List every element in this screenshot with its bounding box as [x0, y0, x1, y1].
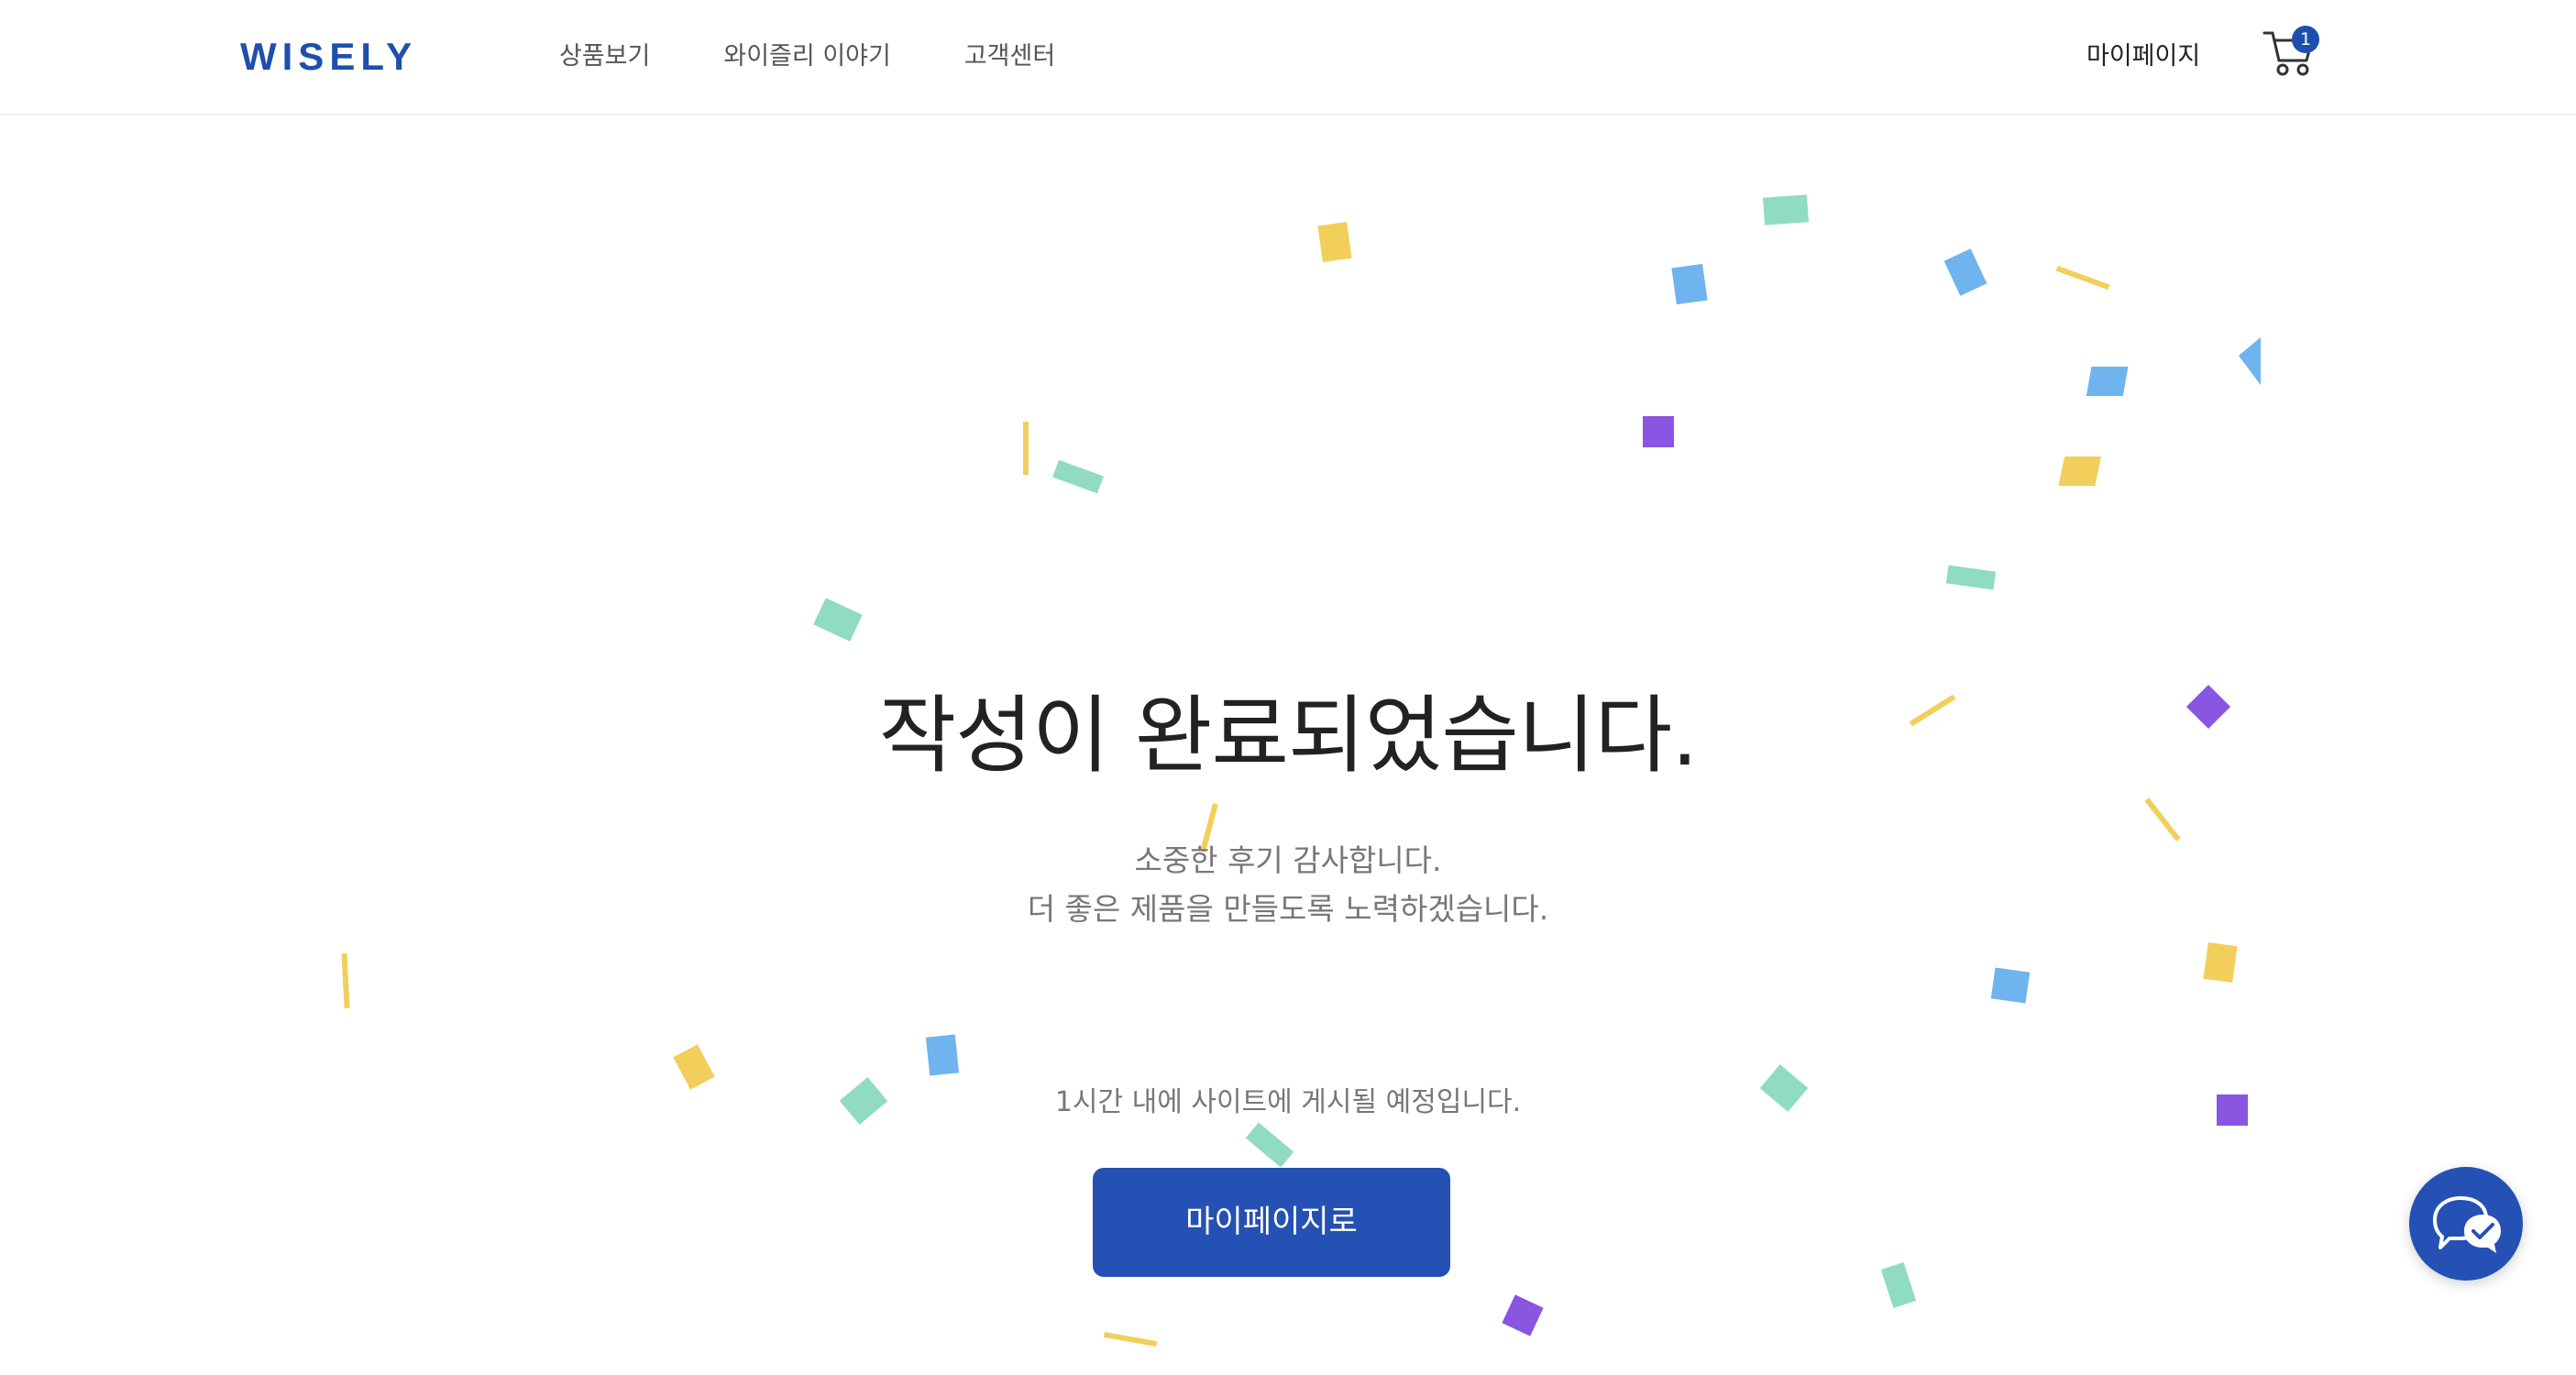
completion-title: 작성이 완료되었습니다.: [878, 687, 1699, 785]
chat-button[interactable]: [2409, 1167, 2523, 1281]
thanks-message: 소중한 후기 감사합니다.: [1134, 842, 1442, 878]
improvement-message: 더 좋은 제품을 만들도록 노력하겠습니다.: [1027, 891, 1549, 927]
chat-bubble-icon: [2433, 1196, 2501, 1253]
go-to-mypage-button[interactable]: 마이페이지로: [1093, 1168, 1450, 1277]
completion-content: 작성이 완료되었습니다. 소중한 후기 감사합니다. 더 좋은 제품을 만들도록…: [0, 0, 2576, 1375]
posting-notice: 1시간 내에 사이트에 게시될 예정입니다.: [1054, 1086, 1522, 1118]
